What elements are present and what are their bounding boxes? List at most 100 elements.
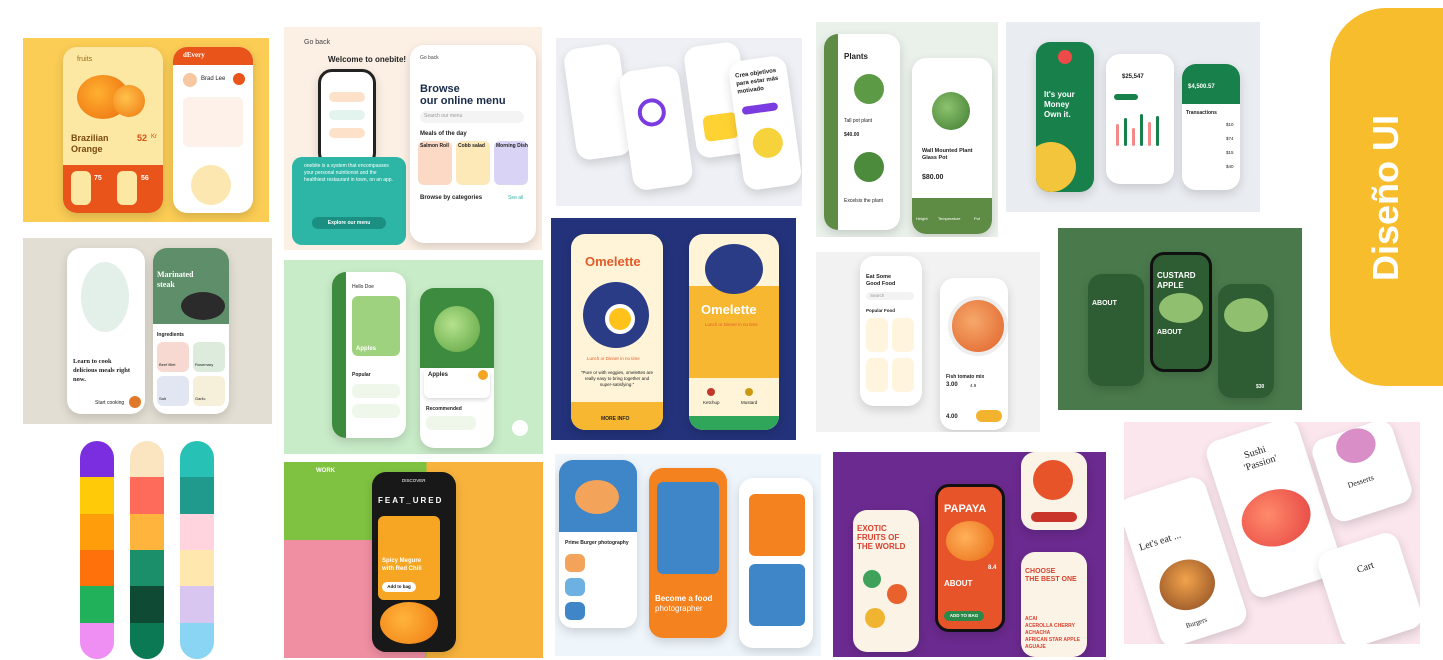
dish-image xyxy=(948,296,1008,356)
dish-line2: with Red Chili xyxy=(382,566,422,572)
phone-delivery: dEvery Brad Lee xyxy=(173,47,253,213)
ingredient-1: Beef fillet xyxy=(159,362,176,367)
plant-stats-bar: Height Temperature Pot xyxy=(912,198,992,234)
steak-title-line2: steak xyxy=(157,280,175,289)
choose-line1: CHOOSE xyxy=(1025,568,1056,575)
apple-list-item[interactable] xyxy=(352,384,400,398)
add-to-cart-button[interactable] xyxy=(976,410,1002,422)
back-label[interactable]: Go back xyxy=(304,39,330,46)
back-label[interactable]: fruits xyxy=(77,56,92,63)
custard-phone-right: $30 xyxy=(1218,284,1274,398)
goodfood-heading-line1: Eat Some xyxy=(866,274,892,280)
plants-sidebar xyxy=(824,34,838,230)
meals-heading: Meals of the day xyxy=(420,131,467,137)
fruit-list-5[interactable]: AGUAJE xyxy=(1025,644,1046,650)
add-to-bag-button[interactable]: Add to bag xyxy=(382,582,416,592)
fruit-list-4[interactable]: AFRICAN STAR APPLE xyxy=(1025,637,1080,643)
call-icon[interactable] xyxy=(233,73,245,85)
tab-active[interactable] xyxy=(1114,94,1138,100)
orange-image-2 xyxy=(113,85,145,117)
start-cooking-link[interactable]: Start cooking xyxy=(95,400,124,406)
photo-list-item[interactable] xyxy=(565,578,585,596)
stat-b: 56 xyxy=(141,175,149,182)
product-apples: Apples xyxy=(356,346,377,352)
browse-line1: Browse xyxy=(420,83,460,95)
fruit-list-1[interactable]: ACAI xyxy=(1025,616,1037,622)
steak-left-line3: now. xyxy=(73,376,86,383)
add-to-bag-button[interactable]: ADD TO BAG xyxy=(944,611,984,621)
fruit-list-2[interactable]: ACEROLLA CHERRY xyxy=(1025,623,1075,629)
photo-list-item[interactable] xyxy=(565,602,585,620)
exotic-line1: EXOTIC xyxy=(857,524,887,533)
stat-a: 75 xyxy=(94,175,102,182)
fruit-icon xyxy=(865,608,885,628)
omelette-orange-panel: Omelette Lunch or Dinner in no time xyxy=(689,286,779,378)
phone-fruit-detail: fruits Brazilian Orange 52 Kr 75 56 xyxy=(63,47,163,213)
apple-list-item[interactable] xyxy=(352,404,400,418)
done-button[interactable] xyxy=(1031,512,1077,522)
start-cooking-button[interactable] xyxy=(129,396,141,408)
tile-onebite: Go back Welcome to onebite! onebite is a… xyxy=(284,27,542,250)
price-unit: Kr xyxy=(151,134,157,140)
photo-card xyxy=(749,494,805,556)
apple-recommended-item[interactable] xyxy=(426,416,476,430)
tile-steak: Learn to cook delicious meals right now.… xyxy=(23,238,272,424)
photo-list-item[interactable] xyxy=(565,554,585,572)
omelette-title-2: Omelette xyxy=(701,302,757,317)
ingredient-2: Rosemary xyxy=(195,362,214,367)
exotic-line2: FRUITS OF xyxy=(857,533,900,542)
back-label-2[interactable]: Go back xyxy=(420,55,439,61)
color-palettes xyxy=(80,441,220,659)
food-card[interactable] xyxy=(892,318,914,352)
burger-phone-right xyxy=(739,478,813,648)
palette-swatch xyxy=(180,441,214,478)
goal-ring xyxy=(635,96,668,129)
apples-phone-right: Apples Recommended xyxy=(420,288,494,448)
steak-left-line2: delicious meals right xyxy=(73,367,131,374)
explore-menu-button[interactable]: Explore our menu xyxy=(312,217,386,229)
papaya-price: 8.4 xyxy=(988,565,997,571)
palette-swatch xyxy=(180,550,214,587)
palette-swatch xyxy=(130,550,164,587)
palette-container xyxy=(80,441,220,659)
amount-3: $15 xyxy=(1226,150,1234,155)
desserts-label: Desserts xyxy=(1346,472,1375,490)
papaya-about: ABOUT xyxy=(944,579,973,588)
plants-phone-right: Wall Mounted Plant Glass Pot $80.00 Heig… xyxy=(912,58,992,234)
tile-goals: Crea objetivos para estar más motivado xyxy=(556,38,802,206)
plant-item-1: Tall pot plant xyxy=(844,118,873,124)
food-card[interactable] xyxy=(866,358,888,392)
more-info-bar[interactable]: MORE INFO xyxy=(571,402,663,430)
see-all-link[interactable]: See all xyxy=(508,195,523,201)
custard-title-line2: APPLE xyxy=(1157,281,1184,290)
goal-blob xyxy=(750,125,785,160)
list-row xyxy=(329,110,365,120)
fruit-list-3[interactable]: ACHACHA xyxy=(1025,630,1050,636)
food-card[interactable] xyxy=(866,318,888,352)
dish-price: 3.00 xyxy=(946,382,958,388)
price: 52 xyxy=(137,133,148,143)
tile-custard: ABOUT CUSTARD APPLE ABOUT $30 xyxy=(1058,228,1302,410)
nav-work[interactable]: WORK xyxy=(316,468,335,474)
browse-line2: our online menu xyxy=(420,95,506,107)
steak-header: Marinated steak xyxy=(153,248,229,324)
food-card[interactable] xyxy=(892,358,914,392)
lets-eat: Let's eat ... xyxy=(1137,529,1183,554)
goal-button[interactable] xyxy=(741,102,779,116)
list-row xyxy=(329,92,365,102)
add-button[interactable] xyxy=(478,370,488,380)
tile-fruit-delivery: fruits Brazilian Orange 52 Kr 75 56 dEve… xyxy=(23,38,269,222)
tile-papaya: EXOTIC FRUITS OF THE WORLD PAPAYA 8.4 AB… xyxy=(833,452,1106,657)
featured-brand: FEAT_URED xyxy=(378,496,444,505)
goals-phone-2 xyxy=(617,64,695,192)
plant-price-small: $40.00 xyxy=(844,132,860,138)
cyclist-illustration xyxy=(191,165,231,205)
plants-heading: Plants xyxy=(844,52,869,61)
palette-swatch xyxy=(80,622,114,659)
apples-sidebar xyxy=(332,272,346,438)
money-phone-chart: $25,547 xyxy=(1106,54,1174,184)
stats-panel: 75 56 xyxy=(63,165,163,213)
palette-swatch xyxy=(80,586,114,624)
papaya-title: PAPAYA xyxy=(944,503,987,515)
choose-line2: THE BEST ONE xyxy=(1025,576,1077,583)
